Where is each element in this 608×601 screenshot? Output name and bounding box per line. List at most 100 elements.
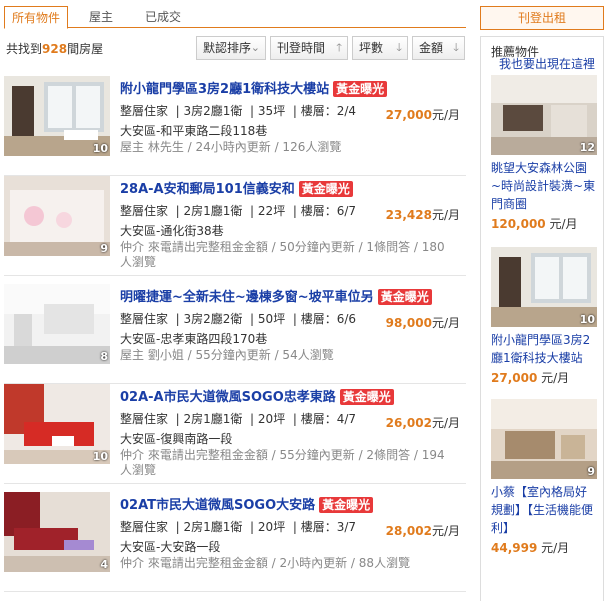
listing-size: 20坪	[257, 520, 286, 534]
sort-default-button[interactable]: 默認排序 ⌄	[196, 36, 266, 60]
listing-title[interactable]: 明曜捷運~全新未住~邊棟多窗~坡平車位另	[120, 290, 374, 305]
gold-badge: 黃金曝光	[333, 81, 388, 97]
listing-price: 98,000元/月	[386, 314, 460, 331]
listing-type: 整層住家	[120, 204, 169, 218]
sort-price-label: 金額	[419, 41, 444, 55]
listing-rooms: 3房2廳2衛	[183, 312, 243, 326]
listing-item[interactable]: 9 28A-A安和郵局101信義安和 黃金曝光 整層住家 | 2房1廳1衛 | 2…	[4, 176, 466, 276]
listing-meta: 整層住家 | 2房1廳1衛 | 20坪 | 樓層：4/7	[120, 412, 357, 426]
photo-count: 10	[92, 450, 108, 463]
listing-address: 大安區-通化街38巷	[120, 224, 224, 238]
tab-owner[interactable]: 屋主	[70, 6, 132, 29]
sort-default-label: 默認排序	[203, 41, 252, 55]
photo-count: 10	[92, 142, 108, 155]
listing-item[interactable]: 10 附小龍門學區3房2廳1衛科技大樓站 黃金曝光 整層住家 | 3房2廳1衛 |…	[4, 76, 466, 176]
listing-update-info: 屋主 林先生 / 24小時內更新 / 126人瀏覽	[120, 140, 342, 154]
price-value: 28,002	[385, 524, 432, 538]
summary-suffix: 間房屋	[67, 42, 104, 56]
price-unit: 元/月	[431, 416, 460, 430]
photo-count: 4	[100, 558, 108, 571]
tab-closed[interactable]: 已成交	[132, 6, 194, 29]
listing-item[interactable]: 8 明曜捷運~全新未住~邊棟多窗~坡平車位另 黃金曝光 整層住家 | 3房2廳2衛…	[4, 284, 466, 384]
recommended-price: 44,999 元/月	[491, 539, 597, 556]
price-value: 120,000	[491, 217, 546, 231]
photo-count: 12	[579, 141, 595, 154]
recommended-photo[interactable]: 10	[491, 247, 597, 327]
price-unit: 元/月	[431, 316, 460, 330]
recommended-photo[interactable]: 12	[491, 75, 597, 155]
recommended-item[interactable]: 9 小蔡【室內格局好規劃】【生活機能便利】 44,999 元/月	[491, 399, 597, 556]
listing-size: 20坪	[257, 412, 286, 426]
listing-meta: 整層住家 | 2房1廳1衛 | 20坪 | 樓層：3/7	[120, 520, 357, 534]
price-unit: 元/月	[431, 108, 460, 122]
price-value: 23,428	[385, 208, 432, 222]
price-unit: 元/月	[541, 541, 570, 555]
price-unit: 元/月	[431, 208, 460, 222]
price-value: 26,002	[385, 416, 432, 430]
result-count: 928	[42, 42, 68, 56]
gold-badge: 黃金曝光	[339, 389, 394, 405]
recommended-photo[interactable]: 9	[491, 399, 597, 479]
listing-title[interactable]: 02A-A市民大道微風SOGO忠孝東路	[120, 390, 336, 405]
listing-photo[interactable]: 4	[4, 492, 110, 572]
listing-title[interactable]: 28A-A安和郵局101信義安和	[120, 182, 295, 197]
listing-rooms: 2房1廳1衛	[183, 204, 243, 218]
listing-item[interactable]: 4 02AT市民大道微風SOGO大安路 黃金曝光 整層住家 | 2房1廳1衛 | …	[4, 492, 466, 592]
listing-floor: 樓層：6/7	[300, 204, 357, 218]
gold-badge: 黃金曝光	[319, 497, 374, 513]
listing-address: 大安區-和平東路二段118巷	[120, 124, 268, 138]
listing-floor: 樓層：4/7	[300, 412, 357, 426]
arrow-down-icon: 🡓	[396, 41, 402, 54]
price-unit: 元/月	[549, 217, 578, 231]
listing-meta: 整層住家 | 3房2廳2衛 | 50坪 | 樓層：6/6	[120, 312, 357, 326]
listing-title[interactable]: 附小龍門學區3房2廳1衛科技大樓站	[120, 82, 329, 97]
recommended-title[interactable]: 眺望大安森林公園~時尚設計裝潢~東門商圈	[491, 159, 597, 213]
gold-badge: 黃金曝光	[377, 289, 432, 305]
sort-price-button[interactable]: 金額 🡓	[412, 36, 465, 60]
listing-rooms: 2房1廳1衛	[183, 520, 243, 534]
listing-price: 26,002元/月	[386, 414, 460, 431]
listing-type: 整層住家	[120, 520, 169, 534]
listing-photo[interactable]: 9	[4, 176, 110, 256]
listing-size: 35坪	[257, 104, 286, 118]
listing-address: 大安區-復興南路一段	[120, 432, 233, 446]
recommended-item[interactable]: 12 眺望大安森林公園~時尚設計裝潢~東門商圈 120,000 元/月	[491, 75, 597, 232]
listing-title[interactable]: 02AT市民大道微風SOGO大安路	[120, 498, 315, 513]
summary-prefix: 共找到	[6, 42, 43, 56]
post-rental-button[interactable]: 刊登出租	[480, 6, 604, 30]
price-value: 44,999	[491, 541, 538, 555]
result-summary: 共找到928間房屋	[6, 40, 103, 57]
recommended-title[interactable]: 附小龍門學區3房2廳1衛科技大樓站	[491, 331, 597, 367]
listing-price: 27,000元/月	[386, 106, 460, 123]
gold-badge: 黃金曝光	[298, 181, 353, 197]
sort-time-button[interactable]: 刊登時間 🡑	[270, 36, 348, 60]
price-value: 98,000	[385, 316, 432, 330]
listing-update-info: 仲介 來電請出完整租金金額 / 55分鐘內更新 / 2條問答 / 194人瀏覽	[120, 448, 445, 477]
listing-photo[interactable]: 10	[4, 76, 110, 156]
advertise-here-link[interactable]: 我也要出現在這裡	[499, 55, 595, 72]
listing-photo[interactable]: 8	[4, 284, 110, 364]
listing-update-info: 仲介 來電請出完整租金金額 / 2小時內更新 / 88人瀏覽	[120, 556, 411, 570]
listing-item[interactable]: 10 02A-A市民大道微風SOGO忠孝東路 黃金曝光 整層住家 | 2房1廳1衛…	[4, 384, 466, 484]
listing-photo[interactable]: 10	[4, 384, 110, 464]
listing-address: 大安區-大安路一段	[120, 540, 221, 554]
sort-size-label: 坪數	[359, 41, 384, 55]
listing-meta: 整層住家 | 2房1廳1衛 | 22坪 | 樓層：6/7	[120, 204, 357, 218]
listing-update-info: 屋主 劉小姐 / 55分鐘內更新 / 54人瀏覽	[120, 348, 334, 362]
sort-size-button[interactable]: 坪數 🡓	[352, 36, 408, 60]
recommended-item[interactable]: 10 附小龍門學區3房2廳1衛科技大樓站 27,000 元/月	[491, 247, 597, 386]
listing-floor: 樓層：2/4	[300, 104, 357, 118]
listing-rooms: 2房1廳1衛	[183, 412, 243, 426]
chevron-down-icon: ⌄	[250, 41, 260, 54]
recommended-price: 27,000 元/月	[491, 369, 597, 386]
arrow-up-icon: 🡑	[336, 41, 342, 54]
photo-count: 9	[100, 242, 108, 255]
listing-price: 23,428元/月	[386, 206, 460, 223]
recommended-price: 120,000 元/月	[491, 215, 597, 232]
price-unit: 元/月	[541, 371, 570, 385]
price-value: 27,000	[385, 108, 432, 122]
listing-type: 整層住家	[120, 312, 169, 326]
recommended-title[interactable]: 小蔡【室內格局好規劃】【生活機能便利】	[491, 483, 597, 537]
tab-all-listings[interactable]: 所有物件	[4, 6, 68, 29]
listing-tabs: 所有物件 屋主 已成交	[4, 6, 466, 29]
